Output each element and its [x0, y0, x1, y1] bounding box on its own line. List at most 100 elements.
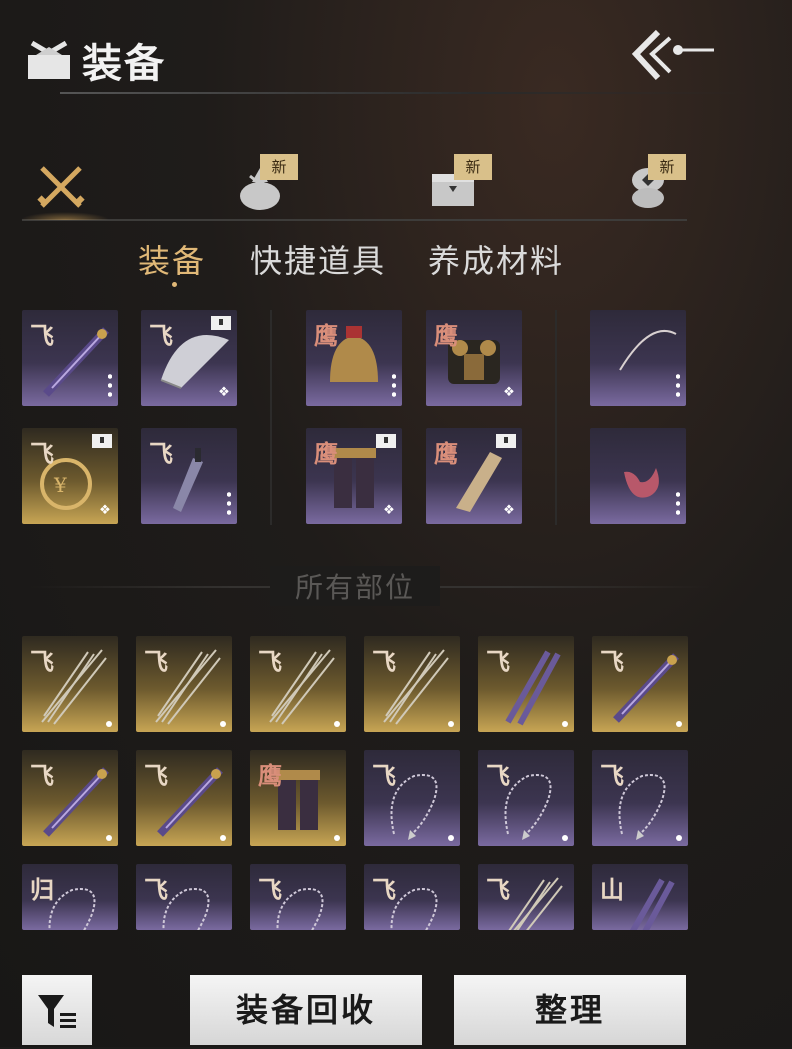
- equipped-slot-dagger[interactable]: 飞: [141, 428, 237, 524]
- inventory-slot-umbrella[interactable]: 飞: [136, 636, 232, 732]
- status-dot: [334, 835, 340, 841]
- subtab-quick-items[interactable]: 快捷道具: [250, 236, 386, 282]
- tab-items[interactable]: 新: [218, 150, 308, 214]
- status-dot: [106, 835, 112, 841]
- tier-label: 飞: [600, 761, 624, 790]
- equipped-slot-helmet[interactable]: 鹰: [306, 310, 402, 406]
- status-dot: [448, 721, 454, 727]
- inventory-slot-umbrella[interactable]: 飞: [364, 636, 460, 732]
- equipped-slot-leggings[interactable]: 鹰 ❖: [306, 428, 402, 524]
- tier-label: 飞: [30, 761, 54, 790]
- tier-label: 飞: [372, 647, 396, 676]
- lock-tag-icon: [376, 434, 396, 448]
- tier-label: 归: [30, 875, 54, 904]
- status-dot: [562, 721, 568, 727]
- tier-label: 飞: [149, 439, 173, 468]
- svg-text:¥: ¥: [53, 473, 67, 497]
- tab-equipment[interactable]: [20, 150, 110, 214]
- inventory-slot-rope-dart[interactable]: 飞: [136, 864, 232, 930]
- inventory-slot-umbrella[interactable]: 飞: [22, 636, 118, 732]
- inventory-slot-rope-dart[interactable]: 归: [22, 864, 118, 930]
- inventory-slot-rope-dart[interactable]: 飞: [250, 864, 346, 930]
- gem-icon: ❖: [218, 385, 230, 400]
- equipped-slot-fan[interactable]: 飞 ❖: [141, 310, 237, 406]
- status-dot: [106, 721, 112, 727]
- inventory-slot-twin-blades[interactable]: 飞: [478, 636, 574, 732]
- lock-tag-icon: [92, 434, 112, 448]
- inventory-slot-umbrella[interactable]: 飞: [250, 636, 346, 732]
- filter-button[interactable]: [22, 975, 92, 1045]
- subtab-materials[interactable]: 养成材料: [428, 236, 564, 282]
- tier-label: 飞: [258, 875, 282, 904]
- inventory-slot-rope-dart[interactable]: 飞: [478, 750, 574, 846]
- recycle-button[interactable]: 装备回收: [190, 975, 422, 1045]
- inventory-slot-umbrella[interactable]: 飞: [478, 864, 574, 930]
- header-divider: [60, 92, 750, 94]
- equipped-slot-bow[interactable]: [590, 310, 686, 406]
- tier-label: 飞: [486, 647, 510, 676]
- gem-icon: ❖: [383, 503, 395, 518]
- new-badge: 新: [260, 154, 298, 180]
- equipped-slot-pendant[interactable]: [590, 428, 686, 524]
- tab-currency[interactable]: 新: [606, 150, 696, 214]
- tier-label: 飞: [144, 647, 168, 676]
- filter-icon: [38, 995, 76, 1028]
- new-badge: 新: [648, 154, 686, 180]
- tier-label: 飞: [486, 875, 510, 904]
- more-options-icon[interactable]: [676, 490, 680, 516]
- inventory-slot-sword[interactable]: 飞: [592, 636, 688, 732]
- inventory-slot-rope-dart[interactable]: 飞: [364, 864, 460, 930]
- more-options-icon[interactable]: [392, 372, 396, 398]
- tier-label: 飞: [30, 439, 54, 468]
- tier-label: 鹰: [258, 761, 282, 790]
- tier-label: 飞: [30, 321, 54, 350]
- subtabs: 装备 快捷道具 养成材料: [0, 236, 792, 286]
- tier-label: 飞: [486, 761, 510, 790]
- sort-button[interactable]: 整理: [454, 975, 686, 1045]
- lock-tag-icon: [496, 434, 516, 448]
- header: 装备: [24, 30, 166, 90]
- active-tab-glow: [20, 212, 110, 220]
- new-badge: 新: [454, 154, 492, 180]
- status-dot: [676, 835, 682, 841]
- tier-label: 飞: [149, 321, 173, 350]
- category-divider: [22, 219, 687, 221]
- inventory-slot-sword[interactable]: 飞: [136, 750, 232, 846]
- equipped-slot-bracer[interactable]: 鹰 ❖: [426, 428, 522, 524]
- tab-materials[interactable]: 新: [412, 150, 502, 214]
- more-options-icon[interactable]: [676, 372, 680, 398]
- inventory-slot-sword[interactable]: 飞: [22, 750, 118, 846]
- tier-label: 飞: [258, 647, 282, 676]
- equipped-slot-armor[interactable]: 鹰 ❖: [426, 310, 522, 406]
- more-options-icon[interactable]: [227, 490, 231, 516]
- status-dot: [676, 721, 682, 727]
- status-dot: [448, 835, 454, 841]
- tier-label: 飞: [144, 875, 168, 904]
- tier-label: 鹰: [434, 321, 458, 350]
- gem-icon: ❖: [503, 503, 515, 518]
- inventory-slot-rope-dart[interactable]: 飞: [364, 750, 460, 846]
- subtab-equipment[interactable]: 装备: [138, 236, 206, 282]
- back-arrow-icon[interactable]: [628, 28, 718, 82]
- category-tabs: 新 新 新: [20, 150, 688, 220]
- tier-label: 飞: [372, 875, 396, 904]
- tier-label: 鹰: [314, 439, 338, 468]
- more-options-icon[interactable]: [108, 372, 112, 398]
- status-dot: [220, 835, 226, 841]
- status-dot: [220, 721, 226, 727]
- inventory-slot-twin-blades[interactable]: 山: [592, 864, 688, 930]
- equipped-slot-medallion[interactable]: ¥ 飞 ❖: [22, 428, 118, 524]
- tier-label: 山: [600, 875, 624, 904]
- gem-icon: ❖: [503, 385, 515, 400]
- equipped-slot-sword[interactable]: 飞: [22, 310, 118, 406]
- status-dot: [562, 835, 568, 841]
- tier-label: 飞: [600, 647, 624, 676]
- section-label: 所有部位: [270, 566, 440, 606]
- status-dot: [334, 721, 340, 727]
- lock-tag-icon: [211, 316, 231, 330]
- inventory-slot-rope-dart[interactable]: 飞: [592, 750, 688, 846]
- bundle-icon: [28, 40, 70, 79]
- inventory-slot-leggings[interactable]: 鹰: [250, 750, 346, 846]
- column-divider: [555, 310, 557, 525]
- tier-label: 飞: [372, 761, 396, 790]
